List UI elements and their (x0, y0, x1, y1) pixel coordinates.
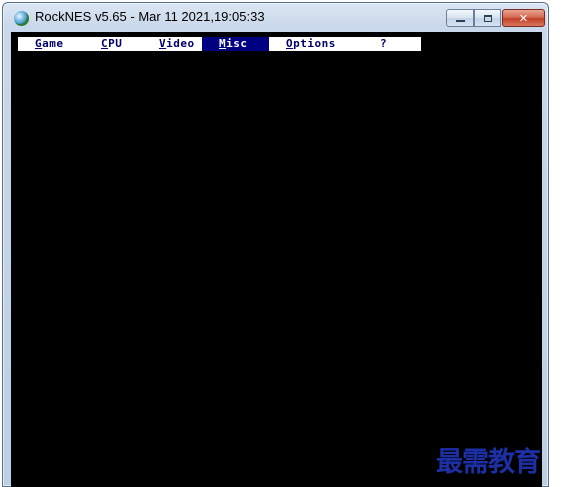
menu-label: PU (108, 37, 123, 50)
menu-cpu[interactable]: CPU (84, 37, 142, 51)
menu-label: ideo (166, 37, 195, 50)
menu-help[interactable]: ? (363, 37, 421, 51)
watermark-text: 最需教育 (436, 447, 541, 478)
menu-label: isc (226, 37, 248, 50)
menu-game[interactable]: Game (18, 37, 84, 51)
maximize-button[interactable] (474, 9, 501, 27)
close-icon: ✕ (518, 11, 529, 25)
menu-label: ? (380, 37, 388, 50)
close-button[interactable]: ✕ (502, 9, 545, 27)
menu-label: ptions (293, 37, 336, 50)
app-window: RockNES v5.65 - Mar 11 2021,19:05:33 ✕ G… (2, 2, 549, 487)
window-title: RockNES v5.65 - Mar 11 2021,19:05:33 (35, 9, 265, 24)
menu-misc[interactable]: Misc (202, 37, 269, 51)
menu-bar: Game CPU Video Misc Options ? (18, 37, 421, 51)
title-bar[interactable]: RockNES v5.65 - Mar 11 2021,19:05:33 ✕ (3, 3, 548, 32)
menu-video[interactable]: Video (142, 37, 202, 51)
rocknes-globe-icon[interactable] (14, 11, 29, 26)
menu-label: ame (42, 37, 64, 50)
maximize-icon (483, 14, 492, 22)
menu-options[interactable]: Options (269, 37, 363, 51)
emulator-screen[interactable]: Game CPU Video Misc Options ? (11, 32, 542, 487)
minimize-button[interactable] (446, 9, 474, 27)
minimize-icon (455, 20, 465, 22)
